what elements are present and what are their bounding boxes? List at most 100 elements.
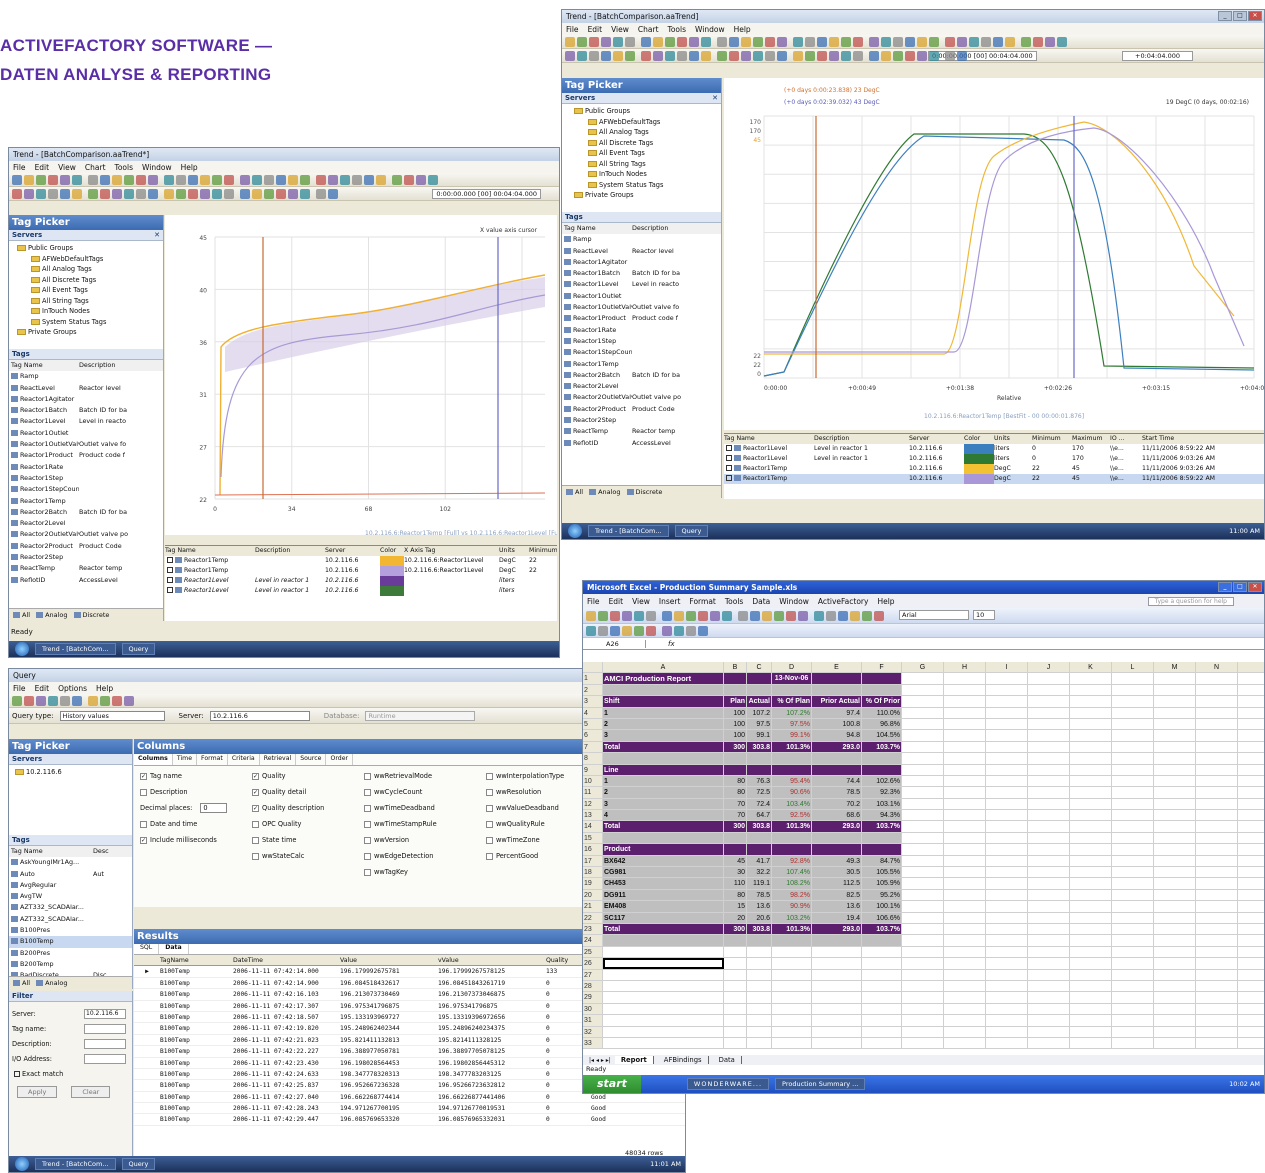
cell[interactable]	[1112, 844, 1154, 855]
cell[interactable]	[1112, 810, 1154, 821]
cell[interactable]	[1028, 821, 1070, 832]
cell[interactable]	[1154, 730, 1196, 741]
toolbar-icon[interactable]	[601, 36, 611, 47]
sheet-row[interactable]: 14 Total 300 303.8 101.3% 293.0 103.7%	[583, 821, 1264, 833]
cell[interactable]	[1154, 810, 1196, 821]
tag-row[interactable]: Ramp	[562, 234, 721, 245]
column-option[interactable]: wwRetrievalMode	[364, 772, 432, 780]
toolbar-icon[interactable]	[112, 174, 122, 185]
checkbox[interactable]: ✓	[252, 788, 259, 796]
cell[interactable]: 101.3%	[772, 821, 812, 832]
tab-discrete[interactable]: Discrete	[73, 611, 109, 619]
tag-row[interactable]: Reactor1Batch Batch ID for ba	[9, 405, 163, 416]
cell[interactable]	[1028, 867, 1070, 878]
sheet-row[interactable]: 31	[583, 1015, 1264, 1027]
toolbar-icon[interactable]	[641, 50, 651, 61]
cell[interactable]: 105.9%	[862, 878, 902, 889]
sheet-row[interactable]: 8	[583, 753, 1264, 765]
toolbar-icon[interactable]	[200, 174, 210, 185]
cell[interactable]	[986, 901, 1028, 912]
tag-row[interactable]: Reactor2Product Product Code	[9, 541, 163, 552]
cell[interactable]	[1154, 753, 1196, 764]
cell[interactable]	[1196, 1037, 1238, 1049]
toolbar-icon[interactable]	[264, 188, 274, 199]
cell[interactable]: 119.1	[747, 878, 772, 889]
toolbar-icon[interactable]	[1021, 36, 1031, 47]
tag-row[interactable]: B200Pres	[9, 948, 132, 959]
menu-window[interactable]: Window	[779, 597, 809, 606]
column-header[interactable]: K	[1070, 662, 1112, 673]
cell[interactable]	[772, 946, 812, 958]
menu-help[interactable]: Help	[877, 597, 894, 606]
toolbar-icon[interactable]	[148, 174, 158, 185]
menu-help[interactable]: Help	[734, 25, 751, 34]
cell[interactable]	[603, 1003, 724, 1015]
checkbox[interactable]	[726, 475, 732, 481]
cell[interactable]	[862, 935, 902, 946]
cell[interactable]	[862, 958, 902, 969]
cell[interactable]	[1112, 673, 1154, 684]
cell[interactable]	[1154, 707, 1196, 718]
cell[interactable]	[772, 992, 812, 1003]
cell[interactable]	[1028, 730, 1070, 741]
cell[interactable]: 99.1	[747, 730, 772, 741]
tag-row[interactable]: Auto Aut	[9, 869, 132, 880]
sheet-tab-report[interactable]: Report	[614, 1056, 654, 1064]
cell[interactable]: 100	[724, 718, 747, 730]
cell[interactable]	[1196, 992, 1238, 1003]
sheet-row[interactable]: 16 Product	[583, 844, 1264, 856]
cell[interactable]	[902, 1015, 944, 1026]
cell[interactable]: 80	[724, 775, 747, 787]
cell[interactable]	[747, 1037, 772, 1049]
cell[interactable]	[1028, 775, 1070, 787]
cell[interactable]	[1196, 946, 1238, 958]
minimize-icon[interactable]: _	[1218, 11, 1232, 21]
start-orb-icon[interactable]	[568, 524, 582, 538]
toolbar-icon[interactable]	[188, 174, 198, 185]
column-option[interactable]: ✓ Tag name	[140, 772, 182, 780]
cell[interactable]	[902, 718, 944, 730]
sheet-row[interactable]: 1 AMCI Production Report 13-Nov-06	[583, 673, 1264, 685]
cell[interactable]	[1070, 912, 1112, 923]
toolbar-icon[interactable]	[826, 610, 836, 621]
tag-row[interactable]: ReactTemp Reactor temp	[9, 563, 163, 574]
cell[interactable]	[1154, 1015, 1196, 1026]
sheet-row[interactable]: 23 Total 300 303.8 101.3% 293.0 103.7%	[583, 923, 1264, 936]
toolbar-icon[interactable]	[686, 625, 696, 636]
menu-edit[interactable]: Edit	[609, 597, 624, 606]
column-header[interactable]: J	[1028, 662, 1070, 673]
sheet-row[interactable]: 2	[583, 684, 1264, 697]
cell[interactable]	[986, 787, 1028, 798]
toolbar-icon[interactable]	[662, 610, 672, 621]
tab-discrete[interactable]: Discrete	[626, 488, 662, 496]
font-select[interactable]: Arial	[899, 610, 969, 620]
cell[interactable]	[1028, 992, 1070, 1003]
tab-all[interactable]: All	[13, 611, 30, 619]
cell[interactable]: 110.0%	[862, 707, 902, 718]
checkbox[interactable]	[364, 820, 371, 828]
cell[interactable]	[1154, 844, 1196, 855]
cell[interactable]	[986, 958, 1028, 969]
cell[interactable]: 72.4	[747, 798, 772, 810]
toolbar-icon[interactable]	[148, 188, 158, 199]
cell[interactable]	[747, 980, 772, 992]
toolbar-icon[interactable]	[750, 610, 760, 621]
cell[interactable]: 107.4%	[772, 867, 812, 878]
menu-view[interactable]: View	[611, 25, 629, 34]
cell[interactable]	[1070, 992, 1112, 1003]
tag-row[interactable]: AvgTW	[9, 891, 132, 902]
cell[interactable]	[902, 935, 944, 946]
time-display-right[interactable]: +0:04:04.000	[1122, 51, 1193, 61]
taskbar-wonderware[interactable]: WONDERWARE...	[686, 1078, 770, 1090]
filter-input[interactable]: 10.2.116.6	[84, 1008, 126, 1019]
cell[interactable]	[1154, 696, 1196, 707]
cell[interactable]	[862, 1026, 902, 1037]
tag-row[interactable]: Reactor2OutletValveOutlet valve po	[9, 529, 163, 540]
cell[interactable]: 2	[603, 787, 724, 798]
cell[interactable]	[902, 821, 944, 832]
sheet-row[interactable]: 17 BX642 45 41.7 92.8% 49.3 84.7%	[583, 855, 1264, 868]
toolbar-icon[interactable]	[881, 50, 891, 61]
cell[interactable]	[724, 684, 747, 696]
cell[interactable]: 95.4%	[772, 775, 812, 787]
toolbar-icon[interactable]	[328, 188, 338, 199]
